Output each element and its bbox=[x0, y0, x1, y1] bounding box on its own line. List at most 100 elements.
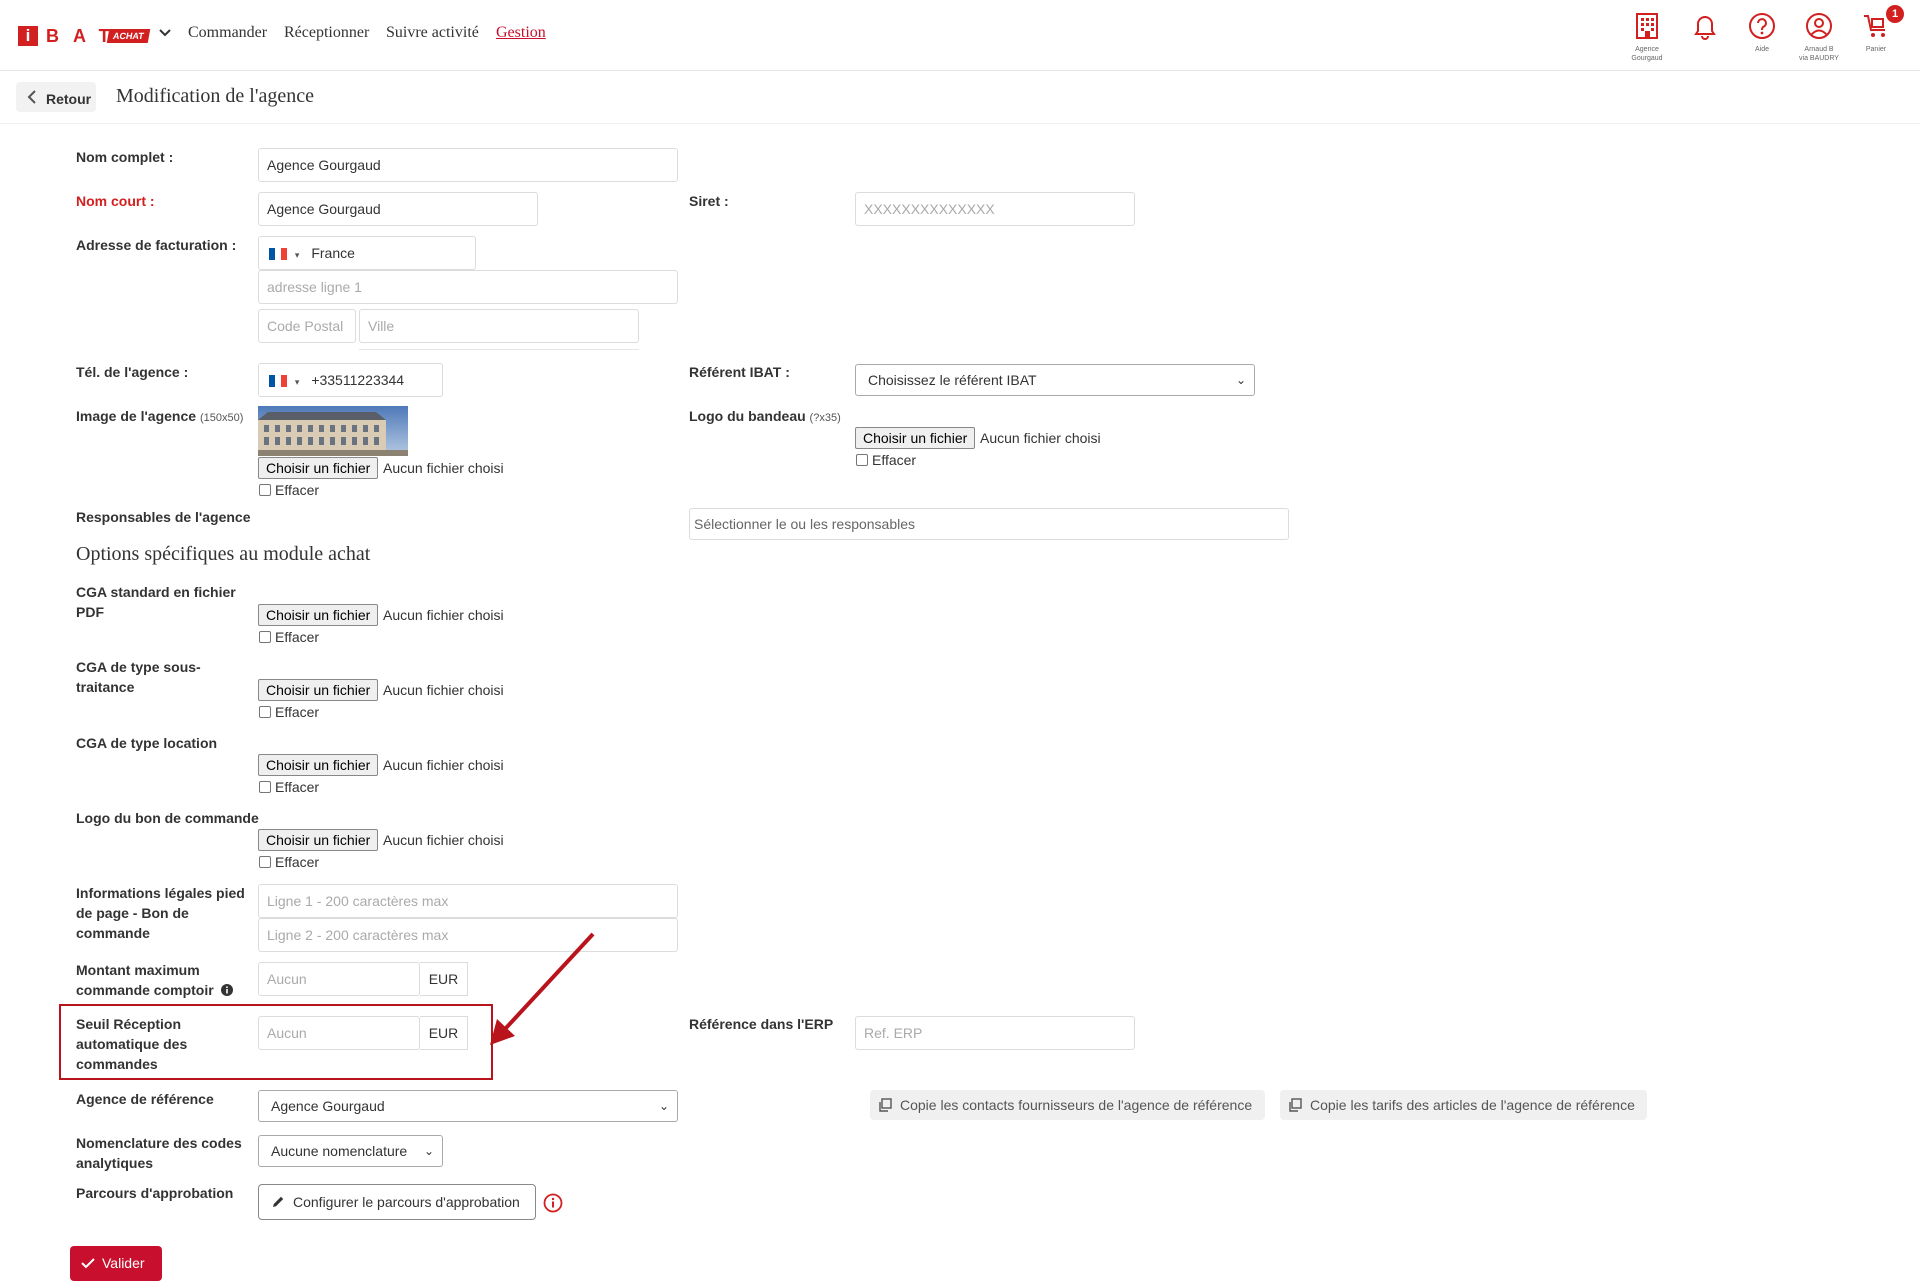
configure-approval-label: Configurer le parcours d'approbation bbox=[293, 1194, 520, 1210]
cga-pdf-file-button[interactable]: Choisir un fichier bbox=[258, 604, 379, 626]
nav-commander[interactable]: Commander bbox=[188, 24, 267, 42]
copy-icon bbox=[1289, 1098, 1302, 1112]
ref-erp-label: Référence dans l'ERP bbox=[689, 1016, 834, 1032]
logo-bandeau-label: Logo du bandeau (?x35) bbox=[689, 406, 841, 428]
user-icon bbox=[1806, 13, 1832, 39]
image-file-button[interactable]: Choisir un fichier bbox=[258, 457, 379, 479]
pencil-icon bbox=[273, 1196, 284, 1207]
cga-location-effacer-checkbox[interactable] bbox=[259, 781, 271, 793]
nav-gestion[interactable]: Gestion bbox=[496, 24, 546, 42]
cga-pdf-label-2: PDF bbox=[76, 604, 104, 620]
image-label: Image de l'agence (150x50) bbox=[76, 406, 243, 428]
country-select[interactable]: ▾ France bbox=[258, 236, 476, 270]
help-button[interactable]: Aide bbox=[1742, 12, 1782, 54]
copy-tarifs-button[interactable]: Copie les tarifs des articles de l'agenc… bbox=[1280, 1090, 1647, 1120]
cga-sous-label-2: traitance bbox=[76, 679, 135, 695]
copy-contacts-button[interactable]: Copie les contacts fournisseurs de l'age… bbox=[870, 1090, 1265, 1120]
page-title: Modification de l'agence bbox=[116, 85, 314, 107]
cga-pdf-label-1: CGA standard en fichier bbox=[76, 584, 236, 600]
info-icon[interactable] bbox=[220, 984, 233, 996]
cart-caption: Panier bbox=[1865, 46, 1887, 53]
highlight-box bbox=[59, 1004, 493, 1080]
copy-tarifs-label: Copie les tarifs des articles de l'agenc… bbox=[1310, 1097, 1635, 1113]
montant-max-label-2: commande comptoir bbox=[76, 980, 233, 1000]
check-icon bbox=[81, 1258, 95, 1269]
agency-image bbox=[258, 406, 408, 456]
code-postal-input[interactable]: Code Postal bbox=[258, 309, 356, 343]
referent-select[interactable]: Choisissez le référent IBAT ⌄ bbox=[855, 364, 1255, 396]
infos-legales-label-3: commande bbox=[76, 925, 150, 941]
help-caption: Aide bbox=[1754, 46, 1769, 53]
info-circle-icon[interactable] bbox=[543, 1193, 563, 1213]
cga-location-label: CGA de type location bbox=[76, 735, 218, 751]
ville-input[interactable]: Ville bbox=[359, 309, 639, 343]
copy-icon bbox=[879, 1098, 892, 1112]
chevron-down-icon[interactable] bbox=[158, 26, 172, 40]
cga-pdf-file-status: Aucun fichier choisi bbox=[383, 607, 504, 623]
cga-location-file-status: Aucun fichier choisi bbox=[383, 757, 504, 773]
responsables-label: Responsables de l'agence bbox=[76, 509, 251, 525]
infos-legales-label-1: Informations légales pied bbox=[76, 885, 245, 901]
cga-pdf-effacer-checkbox[interactable] bbox=[259, 631, 271, 643]
valider-label: Valider bbox=[102, 1255, 145, 1271]
nom-complet-label: Nom complet : bbox=[76, 149, 174, 165]
nom-complet-input[interactable]: Agence Gourgaud bbox=[258, 148, 678, 182]
logo-bandeau-file-button[interactable]: Choisir un fichier bbox=[855, 427, 976, 449]
agency-caption-1: Agence bbox=[1635, 46, 1659, 53]
logo-bandeau-effacer-label: Effacer bbox=[872, 452, 917, 468]
nomenclature-value: Aucune nomenclature bbox=[271, 1143, 408, 1159]
bell-icon bbox=[1694, 16, 1716, 40]
logo-bon-label: Logo du bon de commande bbox=[76, 810, 259, 826]
logo-bon-effacer-checkbox[interactable] bbox=[259, 856, 271, 868]
referent-value: Choisissez le référent IBAT bbox=[868, 372, 1037, 388]
france-flag-icon bbox=[269, 245, 287, 261]
ref-erp-input[interactable]: Ref. ERP bbox=[855, 1016, 1135, 1050]
logo-bandeau-hint: (?x35) bbox=[809, 412, 841, 424]
building-icon bbox=[1636, 13, 1658, 39]
montant-max-input[interactable]: Aucun bbox=[258, 962, 420, 996]
logo-bandeau-effacer-checkbox[interactable] bbox=[856, 454, 868, 466]
cga-sous-effacer-checkbox[interactable] bbox=[259, 706, 271, 718]
notifications-button[interactable] bbox=[1685, 12, 1725, 45]
agence-ref-select[interactable]: Agence Gourgaud ⌄ bbox=[258, 1090, 678, 1122]
infos-legales-line1-input[interactable]: Ligne 1 - 200 caractères max bbox=[258, 884, 678, 918]
caret-down-icon: ▾ bbox=[294, 250, 300, 260]
help-icon bbox=[1749, 13, 1775, 39]
tel-value: +33511223344 bbox=[311, 372, 405, 388]
montant-max-unit: EUR bbox=[420, 962, 468, 996]
cga-location-effacer-label: Effacer bbox=[275, 779, 320, 795]
agency-photo bbox=[258, 406, 408, 456]
agency-button[interactable]: Agence Gourgaud bbox=[1627, 12, 1667, 63]
infos-legales-line2-input[interactable]: Ligne 2 - 200 caractères max bbox=[258, 918, 678, 952]
user-button[interactable]: Arnaud B via BAUDRY bbox=[1799, 12, 1839, 63]
logo-bandeau-file-status: Aucun fichier choisi bbox=[980, 430, 1101, 446]
image-file-status: Aucun fichier choisi bbox=[383, 460, 504, 476]
configure-approval-button[interactable]: Configurer le parcours d'approbation bbox=[258, 1184, 536, 1220]
logo-bon-effacer-label: Effacer bbox=[275, 854, 320, 870]
user-caption-1: Arnaud B bbox=[1804, 46, 1834, 53]
back-button[interactable]: Retour bbox=[16, 82, 96, 112]
adresse-line1-input[interactable]: adresse ligne 1 bbox=[258, 270, 678, 304]
nav-suivre-activite[interactable]: Suivre activité bbox=[386, 24, 479, 42]
cga-sous-file-button[interactable]: Choisir un fichier bbox=[258, 679, 379, 701]
chevron-down-icon: ⌄ bbox=[423, 1144, 434, 1158]
agency-caption-2: Gourgaud bbox=[1631, 55, 1663, 62]
logo-bon-file-button[interactable]: Choisir un fichier bbox=[258, 829, 379, 851]
cga-sous-label-1: CGA de type sous- bbox=[76, 659, 201, 675]
image-effacer-checkbox[interactable] bbox=[259, 484, 271, 496]
nomenclature-select[interactable]: Aucune nomenclature ⌄ bbox=[258, 1135, 443, 1167]
nav-receptionner[interactable]: Réceptionner bbox=[284, 24, 369, 42]
valider-button[interactable]: Valider bbox=[70, 1246, 162, 1281]
cart-count-badge: 1 bbox=[1886, 5, 1904, 23]
achat-badge: ACHAT bbox=[106, 29, 151, 43]
siret-input[interactable]: XXXXXXXXXXXXXX bbox=[855, 192, 1135, 226]
responsables-select[interactable]: Sélectionner le ou les responsables bbox=[689, 508, 1289, 540]
cga-location-file-button[interactable]: Choisir un fichier bbox=[258, 754, 379, 776]
divider bbox=[0, 123, 1920, 124]
chevron-down-icon: ⌄ bbox=[658, 1099, 669, 1113]
siret-label: Siret : bbox=[689, 193, 729, 209]
nom-court-input[interactable]: Agence Gourgaud bbox=[258, 192, 538, 226]
tel-input[interactable]: ▾ +33511223344 bbox=[258, 363, 443, 397]
agence-ref-label: Agence de référence bbox=[76, 1091, 214, 1107]
logo-mark[interactable]: i bbox=[18, 26, 38, 46]
